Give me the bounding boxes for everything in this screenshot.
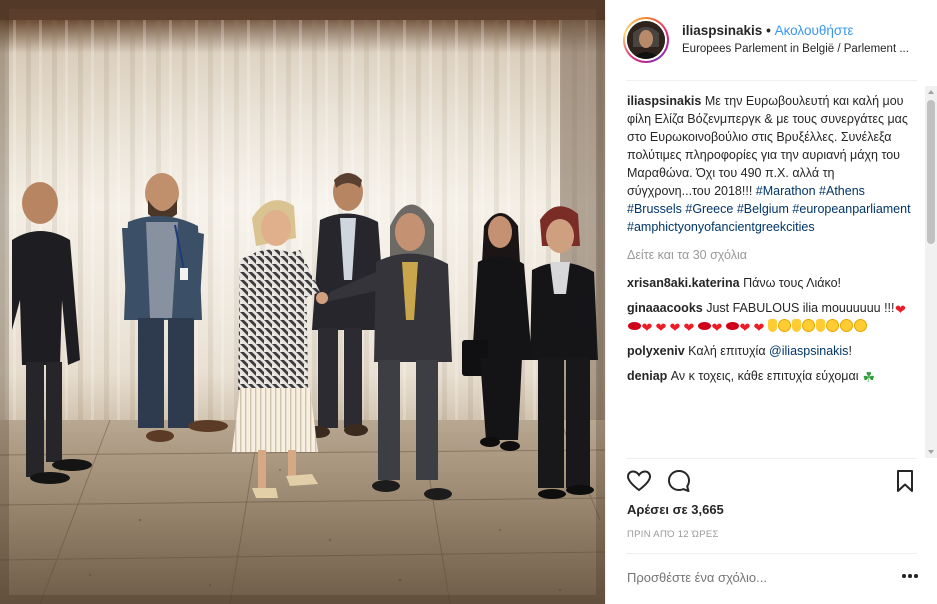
heart-emoji-icon bbox=[684, 319, 697, 332]
comment: xrisan8aki.katerina Πάνω τους Λιάκο! bbox=[627, 274, 918, 292]
grin-emoji-icon bbox=[777, 319, 791, 332]
grin-emoji-icon bbox=[825, 319, 839, 332]
comment: ginaaacooks Just FABULOUS ilia mouuuuuu … bbox=[627, 299, 918, 335]
heart-emoji-icon bbox=[754, 319, 767, 332]
comment-username[interactable]: deniap bbox=[627, 369, 667, 383]
comment-username[interactable]: ginaaacooks bbox=[627, 301, 703, 315]
hashtag[interactable]: #europeanparliament bbox=[792, 202, 910, 216]
scroll-down-arrow-icon[interactable] bbox=[928, 450, 934, 454]
story-ring[interactable] bbox=[623, 17, 669, 63]
kiss-emoji-icon bbox=[697, 322, 711, 330]
ok-hand-emoji-icon bbox=[767, 319, 777, 332]
heart-emoji-icon bbox=[670, 319, 683, 332]
avatar-image bbox=[627, 21, 665, 59]
comments-list[interactable]: iliaspsinakis Με την Ευρωβουλευτή και κα… bbox=[627, 92, 918, 452]
grin-emoji-icon bbox=[801, 319, 815, 332]
comment-suffix: ! bbox=[848, 344, 852, 358]
hashtag[interactable]: #Brussels bbox=[627, 202, 682, 216]
post-timestamp: ΠΡΙΝ ΑΠΌ 12 ΏΡΕΣ bbox=[627, 529, 719, 540]
comment-username[interactable]: polyxeniv bbox=[627, 344, 685, 358]
grin-emoji-icon bbox=[853, 319, 867, 332]
kiss-emoji-icon bbox=[725, 322, 739, 330]
hashtag[interactable]: #Athens bbox=[819, 184, 865, 198]
hashtag[interactable]: #Greece bbox=[685, 202, 733, 216]
heart-emoji-icon bbox=[712, 319, 725, 332]
hashtag[interactable]: #Marathon bbox=[756, 184, 816, 198]
comment-input-divider bbox=[626, 553, 917, 554]
comment-bubble-icon[interactable] bbox=[666, 468, 692, 494]
hashtag[interactable]: #Belgium bbox=[737, 202, 789, 216]
likes-count[interactable]: Αρέσει σε 3,665 bbox=[627, 502, 724, 517]
caption-username[interactable]: iliaspsinakis bbox=[627, 94, 701, 108]
scrollbar-thumb[interactable] bbox=[927, 100, 935, 244]
comment: deniap Αν κ τοχεις, κάθε επιτυχία εύχομα… bbox=[627, 367, 918, 385]
header-user-line: iliaspsinakis • Ακολουθήστε bbox=[682, 23, 854, 38]
comment-text: Καλή επιτυχία bbox=[688, 344, 766, 358]
post-actions bbox=[626, 466, 918, 496]
header-username[interactable]: iliaspsinakis bbox=[682, 23, 762, 38]
heart-emoji-icon bbox=[740, 319, 753, 332]
bookmark-icon[interactable] bbox=[892, 468, 918, 494]
add-comment-input[interactable] bbox=[627, 566, 887, 588]
post-header: iliaspsinakis • Ακολουθήστε Europees Par… bbox=[606, 0, 937, 80]
post-photo[interactable] bbox=[0, 0, 605, 604]
comment-username[interactable]: xrisan8aki.katerina bbox=[627, 276, 740, 290]
ok-hand-emoji-icon bbox=[815, 319, 825, 332]
hashtag[interactable]: #amphictyonyofancientgreekcities bbox=[627, 220, 815, 234]
scroll-up-arrow-icon[interactable] bbox=[928, 90, 934, 94]
caption: iliaspsinakis Με την Ευρωβουλευτή και κα… bbox=[627, 92, 918, 236]
comment-text: Just FABULOUS ilia mouuuuuu !!! bbox=[706, 301, 895, 315]
heart-outline-icon[interactable] bbox=[626, 468, 652, 494]
view-all-comments-link[interactable]: Δείτε και τα 30 σχόλια bbox=[627, 246, 918, 264]
header-divider bbox=[626, 80, 917, 81]
ok-hand-emoji-icon bbox=[791, 319, 801, 332]
heart-emoji-icon bbox=[642, 319, 655, 332]
comment-text: Αν κ τοχεις, κάθε επιτυχία εύχομαι bbox=[670, 369, 859, 383]
heart-emoji-icon bbox=[895, 301, 908, 314]
actions-divider bbox=[626, 458, 917, 459]
comment-text: Πάνω τους Λιάκο! bbox=[743, 276, 842, 290]
photo-group-people-in-parliament bbox=[0, 0, 605, 604]
four-leaf-clover-emoji-icon bbox=[862, 369, 875, 382]
comment: polyxeniv Καλή επιτυχία @iliaspsinakis! bbox=[627, 342, 918, 360]
location-link[interactable]: Europees Parlement in België / Parlement… bbox=[682, 43, 918, 55]
separator-dot: • bbox=[766, 23, 771, 38]
follow-button[interactable]: Ακολουθήστε bbox=[775, 23, 854, 38]
instagram-post-view: iliaspsinakis • Ακολουθήστε Europees Par… bbox=[0, 0, 937, 604]
heart-emoji-icon bbox=[656, 319, 669, 332]
avatar[interactable] bbox=[627, 21, 665, 59]
caption-text: Με την Ευρωβουλευτή και καλή μου φίλη Ελ… bbox=[627, 94, 908, 198]
post-sidebar: iliaspsinakis • Ακολουθήστε Europees Par… bbox=[605, 0, 937, 604]
mention-link[interactable]: @iliaspsinakis bbox=[769, 344, 848, 358]
comments-scrollbar[interactable] bbox=[925, 86, 937, 458]
kiss-emoji-icon bbox=[627, 322, 641, 330]
grin-emoji-icon bbox=[839, 319, 853, 332]
more-options-icon[interactable] bbox=[902, 574, 918, 578]
